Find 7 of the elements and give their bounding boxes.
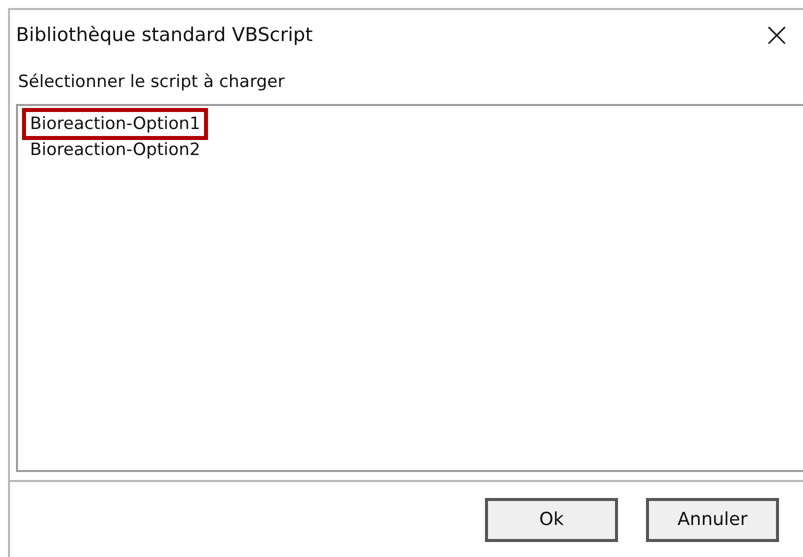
script-list[interactable]: Bioreaction-Option1 Bioreaction-Option2 <box>16 104 803 472</box>
dialog-button[interactable]: Ok <box>485 498 618 542</box>
list-item[interactable]: Bioreaction-Option1 <box>22 108 208 140</box>
dialog-button[interactable]: Annuler <box>646 498 779 542</box>
window-title: Bibliothèque standard VBScript <box>16 24 313 46</box>
close-button[interactable]: × <box>754 18 799 52</box>
prompt-label: Sélectionner le script à charger <box>17 71 286 94</box>
